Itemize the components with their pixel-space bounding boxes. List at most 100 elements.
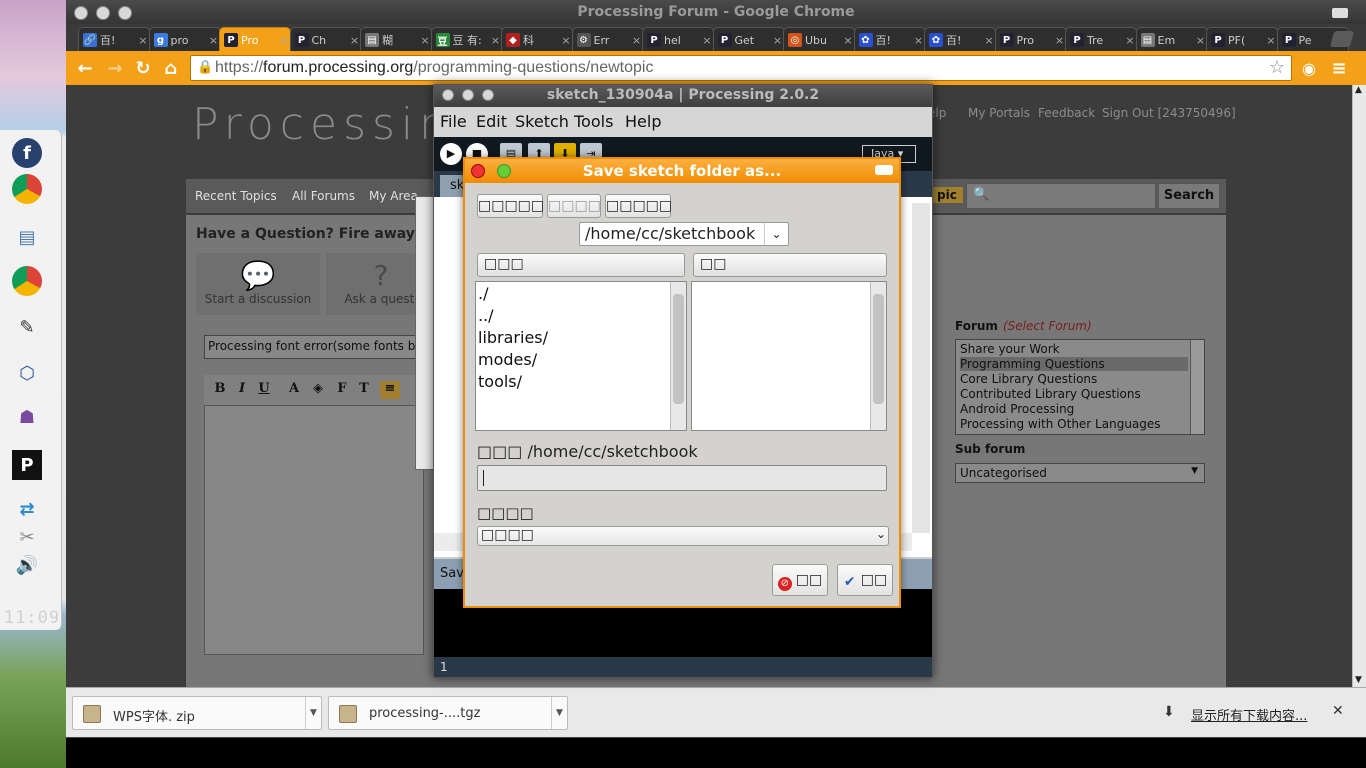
- folder-item[interactable]: ../: [478, 306, 494, 325]
- forum-option[interactable]: Core Library Questions: [960, 372, 1188, 386]
- start-discussion-option[interactable]: 💬 Start a discussion: [196, 253, 320, 315]
- forum-listbox[interactable]: Share your Work Programming Questions Co…: [955, 339, 1205, 435]
- run-icon[interactable]: ▶: [440, 143, 462, 165]
- browser-tab[interactable]: P Ch ×: [289, 27, 362, 52]
- create-folder-button[interactable]: □□□□□: [477, 194, 544, 218]
- font-family-icon[interactable]: T: [354, 381, 374, 399]
- menu-sketch[interactable]: Sketch: [515, 112, 569, 131]
- extension-icon[interactable]: ◉: [1298, 58, 1320, 80]
- menu-help[interactable]: Help: [625, 112, 661, 131]
- font-color-icon[interactable]: A: [284, 381, 304, 399]
- browser-tab[interactable]: P PF(×: [1206, 27, 1278, 52]
- browser-tab[interactable]: 豆豆 有: ×: [430, 27, 503, 52]
- browser-tab[interactable]: Phel ×: [642, 27, 714, 52]
- feedback-link[interactable]: Feedback: [1038, 106, 1095, 120]
- browser-tab[interactable]: ◎ Ubu ×: [783, 27, 855, 52]
- tab-close-icon[interactable]: ×: [490, 34, 502, 47]
- tab-close-icon[interactable]: ×: [842, 34, 854, 47]
- tab-close-icon[interactable]: ×: [349, 34, 361, 47]
- scroll-down-icon[interactable]: ▼: [1355, 675, 1362, 685]
- font-size-icon[interactable]: F: [332, 381, 352, 399]
- notes-icon[interactable]: ▤: [12, 222, 42, 252]
- cancel-button[interactable]: ⊘ □□: [772, 564, 828, 596]
- menu-file[interactable]: File: [440, 112, 467, 131]
- align-left-icon[interactable]: ≡: [380, 381, 400, 399]
- tab-close-icon[interactable]: ×: [278, 34, 290, 47]
- browser-tab[interactable]: ✿ 百! ×: [924, 27, 996, 52]
- tab-close-icon[interactable]: ×: [631, 34, 643, 47]
- browser-tab[interactable]: P Tre ×: [1065, 27, 1137, 52]
- forum-option[interactable]: Programming Questions: [960, 357, 1188, 371]
- tab-close-icon[interactable]: ×: [701, 34, 713, 47]
- my-portals-link[interactable]: My Portals: [968, 106, 1030, 120]
- browser-tab[interactable]: ⚙ Err ×: [571, 27, 644, 52]
- tab-close-icon[interactable]: ×: [560, 34, 572, 47]
- menu-tools[interactable]: Tools: [574, 112, 613, 131]
- tab-close-icon[interactable]: ×: [1124, 34, 1136, 47]
- browser-tab[interactable]: ▤ 糊 ×: [360, 27, 432, 52]
- search-button[interactable]: Search: [1158, 183, 1220, 209]
- star-icon[interactable]: ☆: [1269, 57, 1285, 78]
- editor-vscrollbar[interactable]: [912, 203, 930, 533]
- folder-item[interactable]: tools/: [478, 372, 522, 391]
- download-item[interactable]: processing-....tgz ▼: [328, 696, 568, 730]
- message-editor[interactable]: [204, 405, 424, 655]
- volume-icon[interactable]: 🔊: [12, 550, 42, 580]
- highlight-icon[interactable]: ◈: [308, 381, 328, 399]
- file-list[interactable]: [691, 281, 887, 431]
- tab-close-icon[interactable]: ×: [137, 34, 149, 47]
- folder-item[interactable]: libraries/: [478, 328, 548, 347]
- download-item[interactable]: WPS字体. zip ▼: [72, 696, 322, 730]
- files-header[interactable]: □□: [693, 253, 887, 277]
- folder-list[interactable]: ./ ../ libraries/ modes/ tools/: [475, 281, 687, 431]
- browser-tab[interactable]: 🔗 百! ×: [78, 27, 150, 52]
- folder-item[interactable]: modes/: [478, 350, 537, 369]
- search-input[interactable]: 🔍: [966, 183, 1156, 209]
- chevron-down-icon[interactable]: ▼: [305, 697, 321, 729]
- underline-icon[interactable]: U: [254, 381, 274, 399]
- italic-icon[interactable]: I: [232, 381, 252, 399]
- tab-close-icon[interactable]: ×: [1195, 34, 1207, 47]
- chrome-icon[interactable]: [12, 174, 42, 204]
- forum-option[interactable]: Android Processing: [960, 402, 1188, 416]
- forum-option[interactable]: Share your Work: [960, 342, 1188, 356]
- filename-input[interactable]: [477, 465, 887, 491]
- network-icon[interactable]: ⇄: [12, 494, 42, 524]
- rename-file-button[interactable]: □□□□□: [605, 194, 672, 218]
- scroll-thumb[interactable]: [873, 294, 884, 404]
- virtualbox-icon[interactable]: ⬡: [12, 358, 42, 388]
- back-icon[interactable]: ←: [74, 58, 96, 80]
- nav-all-forums[interactable]: All Forums: [292, 189, 355, 203]
- folder-list-scrollbar[interactable]: [670, 282, 686, 430]
- forward-icon[interactable]: →: [104, 58, 126, 80]
- tab-close-icon[interactable]: ×: [419, 34, 431, 47]
- browser-tab[interactable]: g pro ×: [148, 27, 221, 52]
- file-list-scrollbar[interactable]: [870, 282, 886, 430]
- menu-icon[interactable]: ≡: [1328, 58, 1350, 80]
- pidgin-icon[interactable]: ☗: [12, 402, 42, 432]
- folder-item[interactable]: ./: [478, 284, 488, 303]
- ok-button[interactable]: ✔ □□: [837, 564, 893, 596]
- browser-tab[interactable]: ▤ Em ×: [1135, 27, 1208, 52]
- tab-close-icon[interactable]: ×: [1054, 34, 1066, 47]
- processing-icon[interactable]: P: [12, 450, 42, 480]
- scissors-icon[interactable]: ✂: [12, 522, 42, 552]
- subject-input[interactable]: Processing font error(some fonts bee: [204, 335, 424, 359]
- path-dropdown[interactable]: /home/cc/sketchbook ⌄: [579, 222, 789, 246]
- address-bar[interactable]: 🔒 https://forum.processing.org/programmi…: [190, 55, 1292, 81]
- chrome-icon[interactable]: [12, 266, 42, 296]
- reload-icon[interactable]: ↻: [132, 58, 154, 80]
- scroll-up-icon[interactable]: ▲: [1355, 85, 1362, 95]
- browser-tab[interactable]: P Pro ×: [994, 27, 1067, 52]
- page-scrollbar[interactable]: ▲ ▼: [1352, 85, 1366, 687]
- tab-close-icon[interactable]: ×: [208, 34, 220, 47]
- scroll-thumb[interactable]: [673, 294, 684, 404]
- close-icon[interactable]: ✕: [1332, 703, 1344, 719]
- bold-icon[interactable]: B: [210, 381, 230, 399]
- folders-header[interactable]: □□□: [477, 253, 685, 277]
- menu-edit[interactable]: Edit: [476, 112, 507, 131]
- tab-close-icon[interactable]: ×: [1265, 34, 1277, 47]
- filter-dropdown[interactable]: □□□□ ⌄: [477, 526, 889, 546]
- chevron-down-icon[interactable]: ▼: [551, 697, 567, 729]
- minimize-icon[interactable]: [875, 165, 893, 175]
